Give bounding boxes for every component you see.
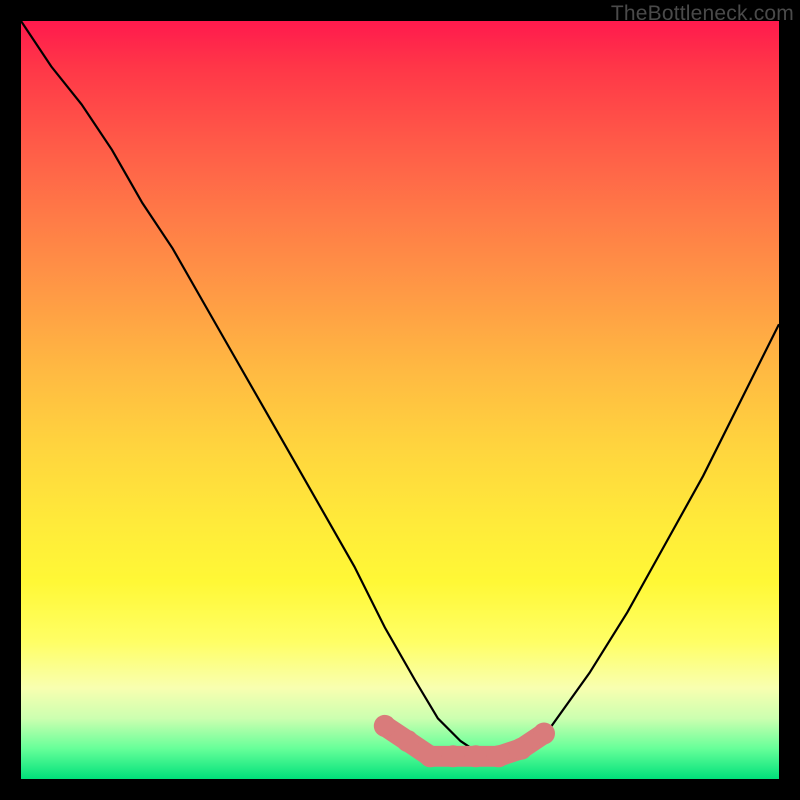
optimal-band-dot: [488, 745, 510, 767]
bottleneck-curve: [21, 21, 779, 756]
chart-plot-area: [21, 21, 779, 779]
chart-frame: TheBottleneck.com: [0, 0, 800, 800]
optimal-band-dot: [465, 745, 487, 767]
optimal-band-dot: [510, 738, 532, 760]
optimal-band: [374, 715, 555, 767]
optimal-band-dot: [419, 745, 441, 767]
watermark-label: TheBottleneck.com: [611, 2, 794, 26]
optimal-band-dot: [397, 730, 419, 752]
optimal-band-dot: [374, 715, 396, 737]
optimal-band-dot: [442, 745, 464, 767]
optimal-band-dot: [533, 723, 555, 745]
chart-svg: [21, 21, 779, 779]
